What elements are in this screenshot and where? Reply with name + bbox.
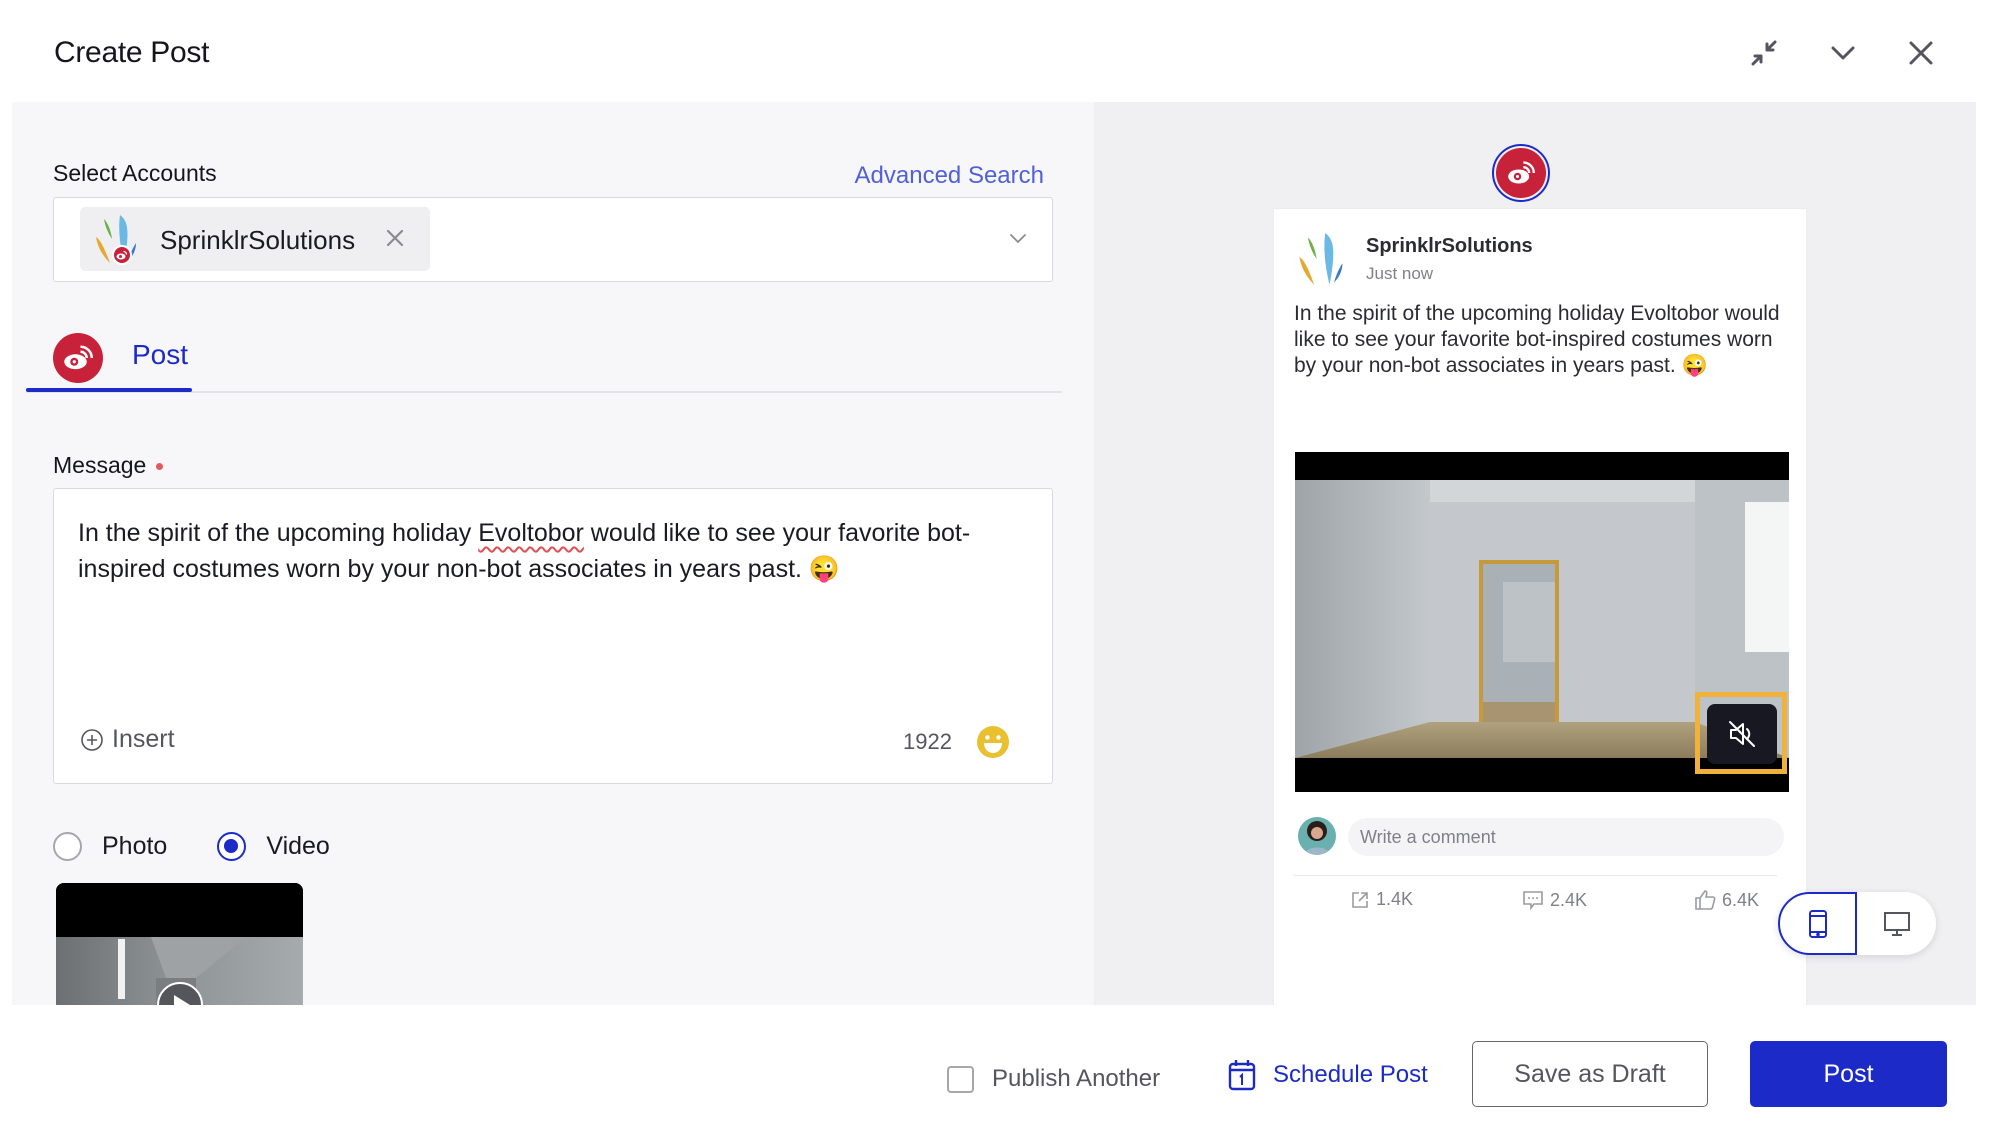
message-label: Message: [53, 452, 164, 479]
preview-divider: [1294, 875, 1777, 876]
dialog-title: Create Post: [54, 36, 210, 69]
schedule-post-button[interactable]: Schedule Post: [1227, 1058, 1428, 1092]
comment-icon: [1523, 891, 1543, 911]
tab-post[interactable]: Post: [26, 327, 192, 393]
compose-pane: Select Accounts Advanced Search Sprinklr…: [12, 102, 1094, 1005]
advanced-search-link[interactable]: Advanced Search: [855, 162, 1044, 190]
account-selector[interactable]: SprinklrSolutions: [53, 197, 1053, 282]
collapse-icon: [1751, 40, 1777, 66]
comment-count[interactable]: 2.4K: [1522, 889, 1587, 911]
desktop-view-button[interactable]: [1857, 892, 1936, 955]
required-indicator: [156, 463, 164, 471]
like-count[interactable]: 6.4K: [1694, 889, 1759, 911]
collapse-button[interactable]: [1747, 36, 1781, 70]
radio-photo[interactable]: Photo: [53, 832, 167, 861]
mobile-view-button[interactable]: [1778, 892, 1857, 955]
select-accounts-label: Select Accounts: [53, 160, 217, 186]
comment-input[interactable]: Write a comment: [1348, 818, 1784, 856]
video-thumbnail-image: [56, 883, 303, 1005]
radio-photo-label: Photo: [102, 832, 168, 860]
publish-another-label: Publish Another: [992, 1065, 1161, 1092]
preview-network-selector[interactable]: [1492, 144, 1550, 202]
message-label-text: Message: [53, 452, 147, 478]
calendar-icon: [1228, 1060, 1256, 1091]
video-thumbnail[interactable]: [56, 883, 303, 1005]
post-preview-card: SprinklrSolutions Just now In the spirit…: [1274, 209, 1806, 1005]
message-text[interactable]: In the spirit of the upcoming holiday Ev…: [78, 515, 1018, 587]
mute-button[interactable]: [1707, 704, 1777, 764]
media-type-selector: Photo Video: [53, 832, 380, 861]
share-icon: [1352, 891, 1368, 908]
mobile-icon: [1808, 909, 1827, 938]
device-toggle: [1778, 892, 1936, 955]
save-draft-button[interactable]: Save as Draft: [1472, 1041, 1708, 1107]
comment-count-value: 2.4K: [1550, 889, 1588, 910]
radio-video-label: Video: [266, 832, 330, 860]
tab-post-label: Post: [132, 339, 189, 370]
weibo-icon: [1496, 148, 1546, 198]
chevron-down-icon: [1831, 46, 1855, 60]
emoji-picker-icon[interactable]: [976, 725, 1010, 759]
thumbs-up-icon: [1695, 890, 1716, 910]
radio-video[interactable]: Video: [217, 832, 330, 861]
message-text-part: In the spirit of the upcoming holiday: [78, 519, 479, 547]
create-post-dialog: Create Post Select Accounts Advanced Sea…: [0, 0, 1996, 1124]
chevron-down-icon[interactable]: [1006, 226, 1030, 250]
share-count-value: 1.4K: [1376, 889, 1414, 909]
checkbox-box[interactable]: [947, 1065, 974, 1093]
preview-video[interactable]: [1295, 452, 1789, 792]
plus-circle-icon: [81, 728, 103, 751]
insert-label: Insert: [112, 725, 175, 753]
close-button[interactable]: [1904, 36, 1938, 70]
active-tab-indicator: [26, 388, 192, 392]
commenter-avatar: [1298, 817, 1336, 855]
radio-photo-circle[interactable]: [53, 832, 82, 861]
publish-another-checkbox[interactable]: Publish Another: [947, 1065, 1160, 1093]
preview-pane: SprinklrSolutions Just now In the spirit…: [1094, 102, 1976, 1005]
minimize-button[interactable]: [1826, 36, 1860, 70]
desktop-icon: [1883, 911, 1910, 936]
message-editor[interactable]: In the spirit of the upcoming holiday Ev…: [53, 488, 1053, 784]
weibo-badge-icon: [112, 245, 132, 265]
misspelled-word[interactable]: Evoltobor: [478, 519, 584, 547]
close-icon: [386, 229, 404, 247]
schedule-post-label: Schedule Post: [1273, 1061, 1428, 1088]
preview-account-name: SprinklrSolutions: [1366, 235, 1533, 257]
weibo-icon: [53, 333, 103, 383]
character-count: 1922: [903, 729, 952, 754]
post-button[interactable]: Post: [1750, 1041, 1947, 1107]
preview-text: In the spirit of the upcoming holiday Ev…: [1294, 302, 1780, 377]
close-icon: [1909, 41, 1933, 65]
dialog-footer: Publish Another Schedule Post Save as Dr…: [0, 1005, 1996, 1124]
account-chip-name: SprinklrSolutions: [160, 225, 356, 255]
account-chip: SprinklrSolutions: [80, 207, 430, 271]
insert-button[interactable]: Insert: [80, 725, 175, 754]
radio-video-circle[interactable]: [217, 832, 247, 861]
volume-muted-icon: [1729, 721, 1755, 747]
share-count[interactable]: 1.4K: [1350, 889, 1413, 910]
sprinklr-logo-icon: [1299, 233, 1343, 285]
remove-account-button[interactable]: [380, 223, 410, 253]
preview-timestamp: Just now: [1366, 264, 1434, 283]
like-count-value: 6.4K: [1722, 889, 1760, 910]
